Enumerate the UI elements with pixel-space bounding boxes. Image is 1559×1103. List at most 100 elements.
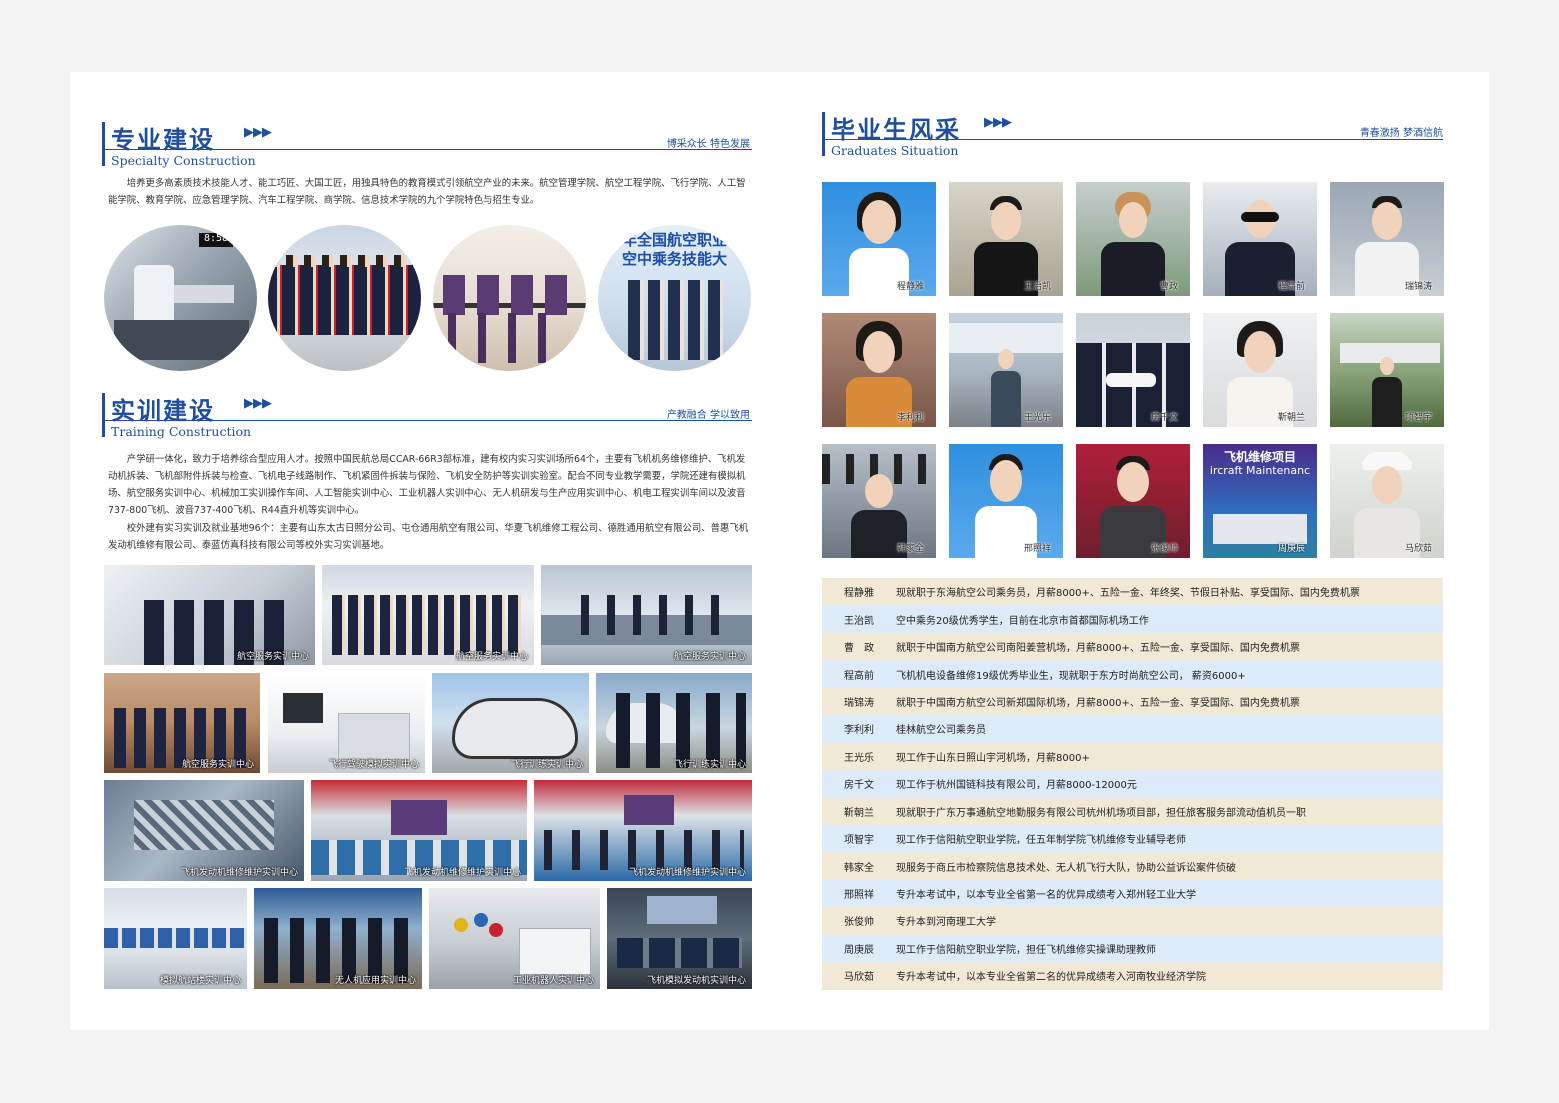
graduate-photo: 马欣茹	[1330, 444, 1444, 558]
table-row: 李利利 桂林航空公司乘务员	[822, 715, 1443, 743]
graduate-name: 程高前	[844, 670, 874, 682]
graduate-portrait	[1101, 192, 1165, 296]
students-legs	[448, 313, 568, 363]
graduate-name: 邢照祥	[844, 890, 874, 902]
graduate-description: 桂林航空公司乘务员	[896, 725, 986, 737]
training-photo: 飞机模拟发动机实训中心	[607, 888, 752, 989]
photo-caption: 航空服务实训中心	[181, 760, 254, 770]
training-photo: 飞机发动机维修维护实训中心	[534, 780, 752, 881]
training-photo: 无人机应用实训中心	[254, 888, 422, 989]
training-photo: 模拟航站楼实训中心	[104, 888, 247, 989]
engine	[134, 800, 274, 850]
table-row: 房千文 现工作于杭州国链科技有限公司，月薪8000-12000元	[822, 770, 1443, 798]
graduate-photo: 王光乐	[949, 313, 1063, 427]
table-row: 张俊帅 专升本到河南理工大学	[822, 907, 1443, 935]
training-photo: 飞机发动机维修维护实训中心	[311, 780, 527, 881]
training-photo: 航空服务实训中心	[322, 565, 534, 665]
graduate-name: 周庚辰	[1277, 544, 1305, 554]
graduate-name: 靳朝兰	[1277, 413, 1305, 423]
graduate-photo: 靳朝兰	[1203, 313, 1317, 427]
graduate-photo: 程高前	[1203, 182, 1317, 296]
graduate-name: 王光乐	[1023, 413, 1051, 423]
training-photo: 飞机发动机维修维护实训中心	[104, 780, 304, 881]
monitor	[283, 693, 323, 723]
photo-caption: 航空服务实训中心	[673, 652, 746, 662]
photo-caption: 航空服务实训中心	[455, 652, 528, 662]
workbench	[1213, 514, 1307, 544]
attendant-heads	[268, 255, 421, 267]
training-slogan: 产教融合 学以致用	[666, 410, 750, 421]
photo-caption: 无人机应用实训中心	[334, 976, 416, 986]
graduate-name: 曹 政	[844, 643, 874, 655]
training-photo: 飞行驾驶模拟实训中心	[268, 673, 425, 773]
graduate-name: 房千文	[1150, 413, 1178, 423]
repair-banner-subtitle: ircraft Maintenanc	[1209, 464, 1311, 477]
graduate-name: 马欣茹	[844, 972, 874, 984]
graduate-name: 瑞锦涛	[1404, 282, 1432, 292]
graduate-name: 邢照祥	[1023, 544, 1051, 554]
graduate-photo: 王治凯	[949, 182, 1063, 296]
graduate-name: 程静雅	[896, 282, 924, 292]
graduates-slogan: 青春激扬 梦酒信航	[1359, 128, 1443, 139]
graduate-description: 专升本考试中，以本专业全省第一名的优异成绩考入郑州轻工业大学	[896, 890, 1196, 902]
clock-display: 8:58	[199, 233, 233, 247]
workbench	[114, 320, 249, 360]
graduate-photo: 房千文	[1076, 313, 1190, 427]
attendant-group	[332, 595, 524, 655]
section-divider	[102, 420, 752, 421]
projection-screen	[647, 896, 717, 924]
section-accent-bar	[102, 393, 105, 437]
table-row: 程高前 飞机机电设备维修19级优秀毕业生，现就职于东方时尚航空公司， 薪资6000…	[822, 660, 1443, 688]
graduate-name: 程静雅	[844, 588, 874, 600]
graduate-name: 项智宇	[1404, 413, 1432, 423]
section-accent-bar	[822, 112, 825, 156]
table-row: 周庚辰 现工作于信阳航空职业学院，担任飞机维修实操课助理教师	[822, 934, 1443, 963]
graduate-info-table: 程静雅 现就职于东海航空公司乘务员，月薪8000+、五险一金、年终奖、节假日补贴、…	[822, 578, 1443, 990]
table-row: 王光乐 现工作于山东日照山宇河机场，月薪8000+	[822, 742, 1443, 771]
balloon	[454, 918, 468, 932]
graduate-name: 韩家全	[896, 544, 924, 554]
photo-caption: 飞机模拟发动机实训中心	[646, 976, 746, 986]
graduate-name: 张俊帅	[844, 917, 874, 929]
training-photo: 航空服务实训中心	[541, 565, 752, 665]
photo-caption: 飞行训练实训中心	[510, 760, 583, 770]
graduate-description: 专升本考试中，以本专业全省第二名的优异成绩考入河南牧业经济学院	[896, 972, 1206, 984]
graduate-name: 曹政	[1159, 282, 1178, 292]
training-paragraph-1: 产学研一体化，致力于培养综合型应用人才。按照中国民航总局CCAR-66R3部标准…	[108, 454, 746, 516]
graduate-description: 现就职于广东万事通航空地勤服务有限公司杭州机场项目部，担任旅客服务部流动值机员一…	[896, 807, 1306, 819]
graduate-name: 韩家全	[844, 862, 874, 874]
helicopter	[452, 698, 578, 759]
specialty-en-title: Specialty Construction	[111, 153, 256, 168]
table-row: 项智宇 现工作于信阳航空职业学院，任五年制学院飞机维修专业辅导老师	[822, 824, 1443, 853]
photo-caption: 工业机器人实训中心	[512, 976, 594, 986]
specialty-slogan: 博采众长 特色发展	[666, 139, 750, 150]
sunglasses-icon	[1241, 212, 1279, 222]
table-row: 曹 政 就职于中国南方航空公司南阳姜营机场，月薪8000+、五险一金、享受国际、国…	[822, 632, 1443, 661]
training-photo: 飞行训练实训中心	[596, 673, 752, 773]
photo-caption: 飞机发动机维修维护实训中心	[403, 868, 521, 878]
table-row: 马欣茹 专升本考试中，以本专业全省第二名的优异成绩考入河南牧业经济学院	[822, 962, 1443, 990]
training-photo: 航空服务实训中心	[104, 673, 260, 773]
ballet-practice-photo	[433, 225, 586, 371]
students-stretching	[443, 275, 573, 315]
repair-banner-title: 飞机维修项目	[1223, 450, 1296, 464]
balloon	[489, 923, 503, 937]
attendant-row	[268, 265, 421, 335]
graduate-description: 空中乘务20级优秀学生，目前在北京市首都国际机场工作	[896, 615, 1149, 627]
training-photo: 航空服务实训中心	[104, 565, 315, 665]
graduate-photo: 邢照祥	[949, 444, 1063, 558]
banner-board	[391, 800, 447, 835]
graduate-description: 现工作于杭州国链科技有限公司，月薪8000-12000元	[896, 780, 1137, 792]
graduate-portrait	[1372, 357, 1402, 427]
graduate-name: 王光乐	[844, 752, 874, 764]
graduate-name: 靳朝兰	[844, 807, 874, 819]
balloon	[474, 913, 488, 927]
arrows-icon: ▶▶▶	[984, 115, 1012, 130]
graduates-en-title: Graduates Situation	[831, 143, 959, 158]
specialty-paragraph: 培养更多高素质技术技能人才、能工巧匠、大国工匠，用独具特色的教育模式引领航空产业…	[108, 178, 746, 206]
photo-caption: 飞行训练实训中心	[673, 760, 746, 770]
section-divider	[822, 139, 1443, 140]
training-paragraph-2: 校外建有实习实训及就业基地96个：主要有山东太古日照分公司、屯仓通用航空有限公司…	[108, 523, 749, 551]
team-members	[628, 280, 723, 360]
graduate-description: 现工作于山东日照山宇河机场，月薪8000+	[896, 752, 1090, 764]
